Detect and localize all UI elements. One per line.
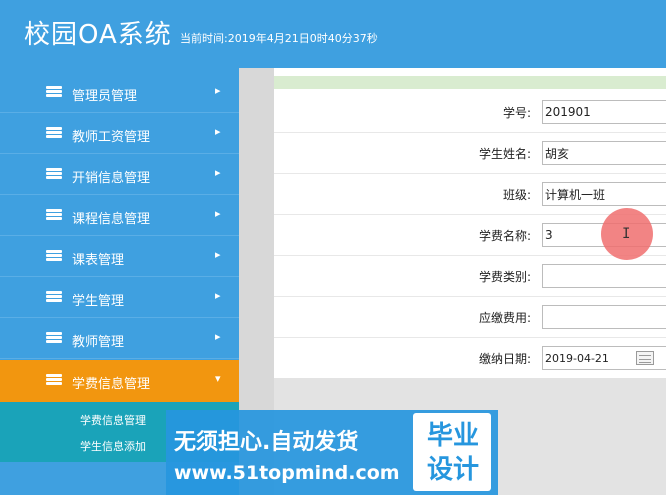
calendar-icon[interactable] — [636, 351, 654, 365]
sidebar-item-label: 学费信息管理 — [72, 377, 151, 392]
watermark-badge: 毕业设计 — [413, 413, 491, 491]
stack-icon — [46, 127, 62, 139]
stack-icon — [46, 374, 62, 386]
form-row-class: 班级: — [274, 174, 666, 215]
stack-icon — [46, 86, 62, 98]
stack-icon — [46, 332, 62, 344]
sidebar-item-label: 开销信息管理 — [72, 171, 151, 186]
stack-icon — [46, 291, 62, 303]
chevron-right-icon: ▸ — [215, 166, 221, 179]
payment-date-label: 缴纳日期: — [478, 352, 531, 366]
sidebar-item-timetable[interactable]: 课表管理 ▸ — [0, 237, 239, 277]
chevron-right-icon: ▸ — [215, 84, 221, 97]
stack-icon — [46, 168, 62, 180]
watermark-badge-text: 毕业设计 — [426, 421, 479, 485]
sidebar-item-expense-info[interactable]: 开销信息管理 ▸ — [0, 155, 239, 195]
chevron-right-icon: ▸ — [215, 289, 221, 302]
chevron-right-icon: ▸ — [215, 125, 221, 138]
student-id-field[interactable] — [542, 100, 666, 124]
class-field[interactable] — [542, 182, 666, 206]
sidebar-item-teacher-management[interactable]: 教师管理 ▸ — [0, 319, 239, 359]
sidebar-item-admin-management[interactable]: 管理员管理 ▸ — [0, 73, 239, 113]
chevron-right-icon: ▸ — [215, 248, 221, 261]
stack-icon — [46, 250, 62, 262]
stack-icon — [46, 209, 62, 221]
app-header: 校园OA系统 当前时间:2019年4月21日0时40分37秒 — [0, 0, 666, 68]
sidebar-item-label: 管理员管理 — [72, 89, 138, 104]
sidebar-item-label: 学生管理 — [72, 294, 125, 309]
form-row-tuition-type: 学费类别: — [274, 256, 666, 297]
watermark-banner: 无须担心.自动发货 www.51topmind.com 毕业设计 — [166, 410, 498, 495]
sidebar-item-course-info[interactable]: 课程信息管理 ▸ — [0, 196, 239, 236]
submenu-item-tuition-info[interactable]: 学费信息管理 — [80, 412, 146, 428]
form-row-payment-date: 缴纳日期: — [274, 338, 666, 379]
sidebar-item-label: 教师工资管理 — [72, 130, 151, 145]
form-header-bar — [274, 76, 666, 89]
watermark-slogan: 无须担心.自动发货 — [174, 430, 359, 455]
tuition-type-field[interactable] — [542, 264, 666, 288]
sidebar-item-label: 课程信息管理 — [72, 212, 151, 227]
amount-due-label: 应缴费用: — [478, 311, 531, 325]
chevron-right-icon: ▸ — [215, 330, 221, 343]
sidebar-item-student-management[interactable]: 学生管理 ▸ — [0, 278, 239, 318]
form-row-amount-due: 应缴费用: — [274, 297, 666, 338]
tuition-type-label: 学费类别: — [478, 270, 531, 284]
sidebar-item-teacher-salary[interactable]: 教师工资管理 ▸ — [0, 114, 239, 154]
chevron-down-icon: ▾ — [215, 372, 221, 385]
tuition-name-label: 学费名称: — [478, 229, 531, 243]
watermark-url: www.51topmind.com — [174, 462, 400, 484]
amount-due-field[interactable] — [542, 305, 666, 329]
app-title: 校园OA系统 — [24, 20, 172, 50]
sidebar-item-label: 教师管理 — [72, 335, 125, 350]
submenu-item-add-student[interactable]: 学生信息添加 — [80, 438, 146, 454]
student-name-label: 学生姓名: — [478, 147, 531, 161]
current-time: 当前时间:2019年4月21日0时40分37秒 — [180, 32, 378, 45]
sidebar-item-tuition-info[interactable]: 学费信息管理 ▾ — [0, 360, 239, 402]
form-row-student-id: 学号: — [274, 92, 666, 133]
student-name-field[interactable] — [542, 141, 666, 165]
student-id-label: 学号: — [502, 106, 531, 120]
chevron-right-icon: ▸ — [215, 207, 221, 220]
form-row-student-name: 学生姓名: — [274, 133, 666, 174]
sidebar-item-label: 课表管理 — [72, 253, 125, 268]
text-cursor-icon: I — [622, 226, 631, 242]
class-label: 班级: — [502, 188, 531, 202]
